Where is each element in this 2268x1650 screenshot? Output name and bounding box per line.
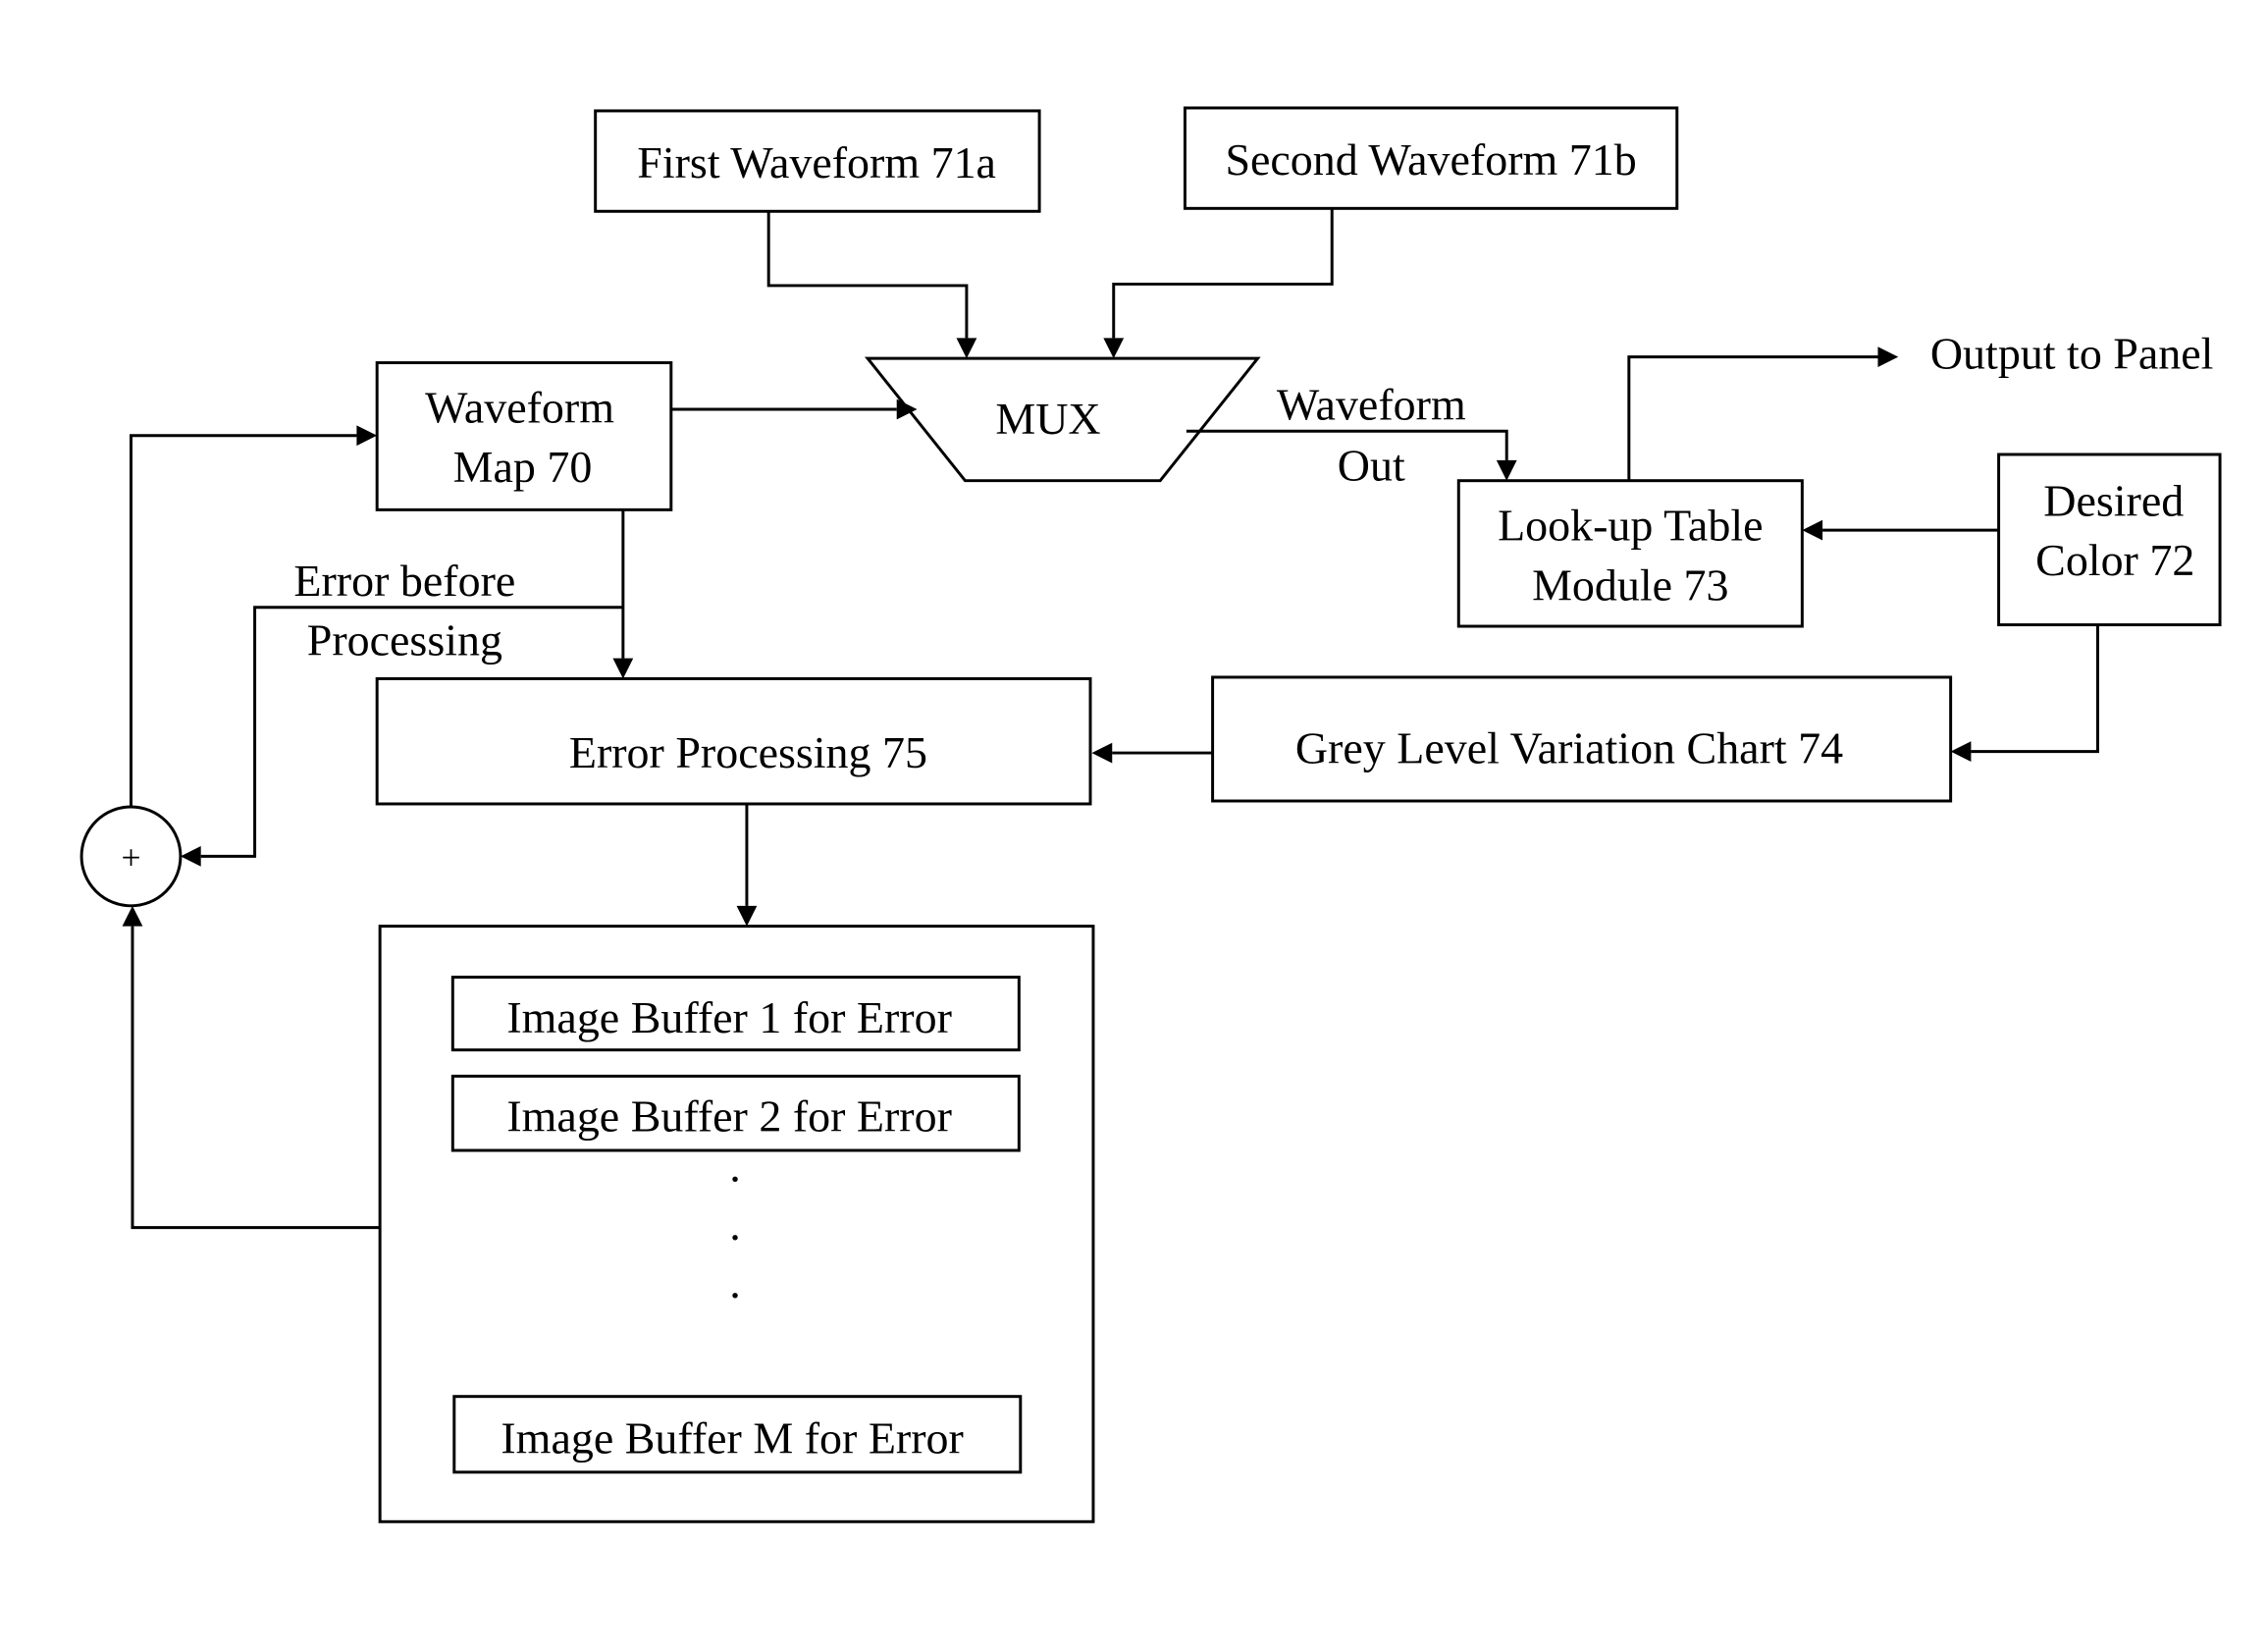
first-waveform-label: First Waveform 71a	[637, 137, 996, 187]
arrowhead-icon	[956, 338, 977, 359]
lookup-table-block: Look-up Table Module 73	[1456, 479, 1804, 628]
waveform-map-label-line1: Waveform	[425, 382, 614, 432]
ellipsis-dot: ·	[727, 1212, 742, 1262]
desired-color-label-line2: Color 72	[2035, 535, 2194, 585]
grey-level-chart-label: Grey Level Variation Chart 74	[1295, 722, 1843, 772]
arrowhead-icon	[1877, 346, 1899, 367]
error-before-label-line1: Error before	[293, 556, 515, 606]
adder-node: +	[79, 805, 183, 908]
arrowhead-icon	[1091, 742, 1113, 764]
block-diagram: First Waveform 71a Second Waveform 71b M…	[79, 106, 2222, 1523]
buffers-to-adder-connector	[131, 926, 381, 1230]
arrowhead-icon	[612, 658, 634, 679]
arrowhead-icon	[736, 905, 758, 927]
output-connector	[1627, 355, 1878, 481]
image-buffer-1-label: Image Buffer 1 for Error	[506, 992, 952, 1042]
output-to-panel-label: Output to Panel	[1930, 328, 2214, 378]
error-processing-block: Error Processing 75	[375, 676, 1092, 806]
arrowhead-icon	[122, 905, 143, 927]
lookup-table-label-line2: Module 73	[1532, 559, 1728, 610]
arrowhead-icon	[1802, 519, 1823, 541]
waveform-map-block: Waveform Map 70	[375, 361, 673, 511]
error-processing-label: Error Processing 75	[569, 727, 927, 777]
lookup-table-label-line1: Look-up Table	[1498, 501, 1763, 551]
ellipsis-dot: ·	[727, 1270, 742, 1320]
arrowhead-icon	[1950, 741, 1972, 762]
waveform-out-label-line1: Waveform	[1277, 379, 1466, 429]
mux-block: MUX	[864, 356, 1261, 483]
plus-icon: +	[121, 838, 140, 878]
arrowhead-icon	[1496, 459, 1517, 481]
error-before-label-line2: Processing	[307, 615, 502, 665]
arrowhead-icon	[356, 425, 378, 447]
first-waveform-connector	[766, 211, 969, 339]
image-buffer-m-label: Image Buffer M for Error	[501, 1413, 963, 1464]
second-waveform-label: Second Waveform 71b	[1225, 134, 1636, 185]
color-to-chart-connector	[1971, 624, 2099, 754]
desired-color-label-line1: Desired	[2043, 475, 2184, 525]
image-buffers-container: Image Buffer 1 for Error Image Buffer 2 …	[378, 925, 1095, 1523]
mux-label: MUX	[995, 394, 1100, 444]
grey-level-chart-block: Grey Level Variation Chart 74	[1211, 675, 1953, 803]
first-waveform-block: First Waveform 71a	[594, 109, 1041, 213]
arrowhead-icon	[180, 846, 201, 867]
desired-color-block: Desired Color 72	[1997, 452, 2222, 627]
waveform-map-label-line2: Map 70	[453, 442, 593, 492]
second-waveform-block: Second Waveform 71b	[1183, 106, 1679, 210]
waveform-out-label-line2: Out	[1338, 441, 1405, 491]
ellipsis-dot: ·	[727, 1154, 742, 1204]
second-waveform-connector	[1112, 208, 1334, 339]
image-buffer-2-label: Image Buffer 2 for Error	[506, 1091, 952, 1142]
arrowhead-icon	[1103, 338, 1125, 359]
